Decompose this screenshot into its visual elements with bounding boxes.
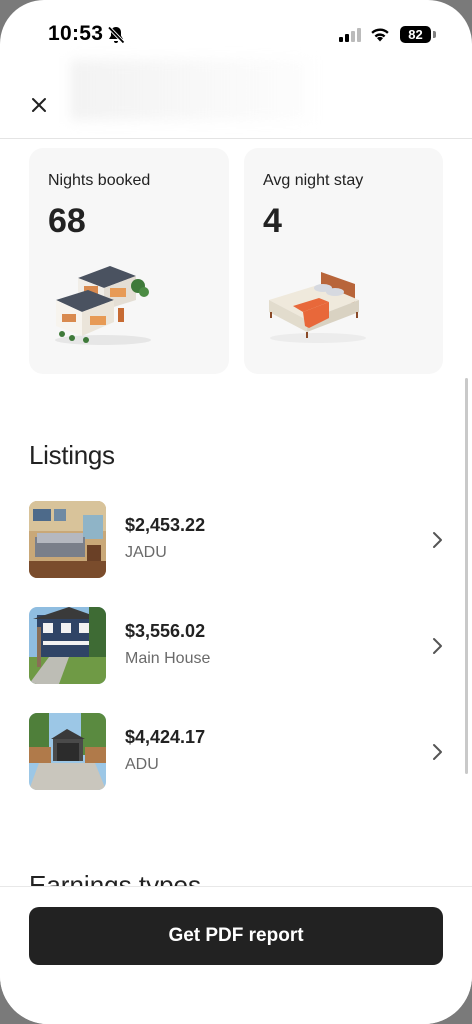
- footer-bar: Get PDF report: [0, 886, 472, 1024]
- chevron-right-icon: [431, 743, 443, 766]
- chevron-right-icon: [431, 637, 443, 660]
- stat-card-nights-booked: Nights booked 68: [29, 148, 229, 374]
- wifi-icon: [369, 25, 391, 47]
- signal-icon: [339, 28, 363, 47]
- close-icon: [32, 98, 46, 112]
- phone-screen: 10:53 82 Nights booked 68 Avg night stay…: [0, 0, 472, 1024]
- stat-label: Avg night stay: [263, 172, 364, 189]
- listing-name: Main House: [125, 650, 211, 667]
- listing-thumbnail: [29, 501, 106, 578]
- house-illustration: [48, 258, 158, 353]
- listing-row-main-house[interactable]: $3,556.02 Main House: [29, 607, 443, 685]
- listing-price: $3,556.02: [125, 621, 206, 641]
- listing-thumbnail: [29, 607, 106, 684]
- stat-value: 68: [48, 202, 86, 240]
- status-time: 10:53: [48, 22, 104, 45]
- bell-off-icon: [106, 25, 126, 50]
- listing-thumbnail: [29, 713, 106, 790]
- header-divider: [0, 138, 472, 139]
- listing-price: $4,424.17: [125, 727, 206, 747]
- blurred-header-title: [70, 60, 310, 120]
- stat-card-avg-night-stay: Avg night stay 4: [244, 148, 443, 374]
- stat-label: Nights booked: [48, 172, 151, 189]
- close-button[interactable]: [26, 92, 52, 118]
- listing-name: JADU: [125, 544, 167, 561]
- battery-icon: 82: [400, 26, 431, 43]
- listings-title: Listings: [29, 440, 115, 470]
- get-pdf-report-button[interactable]: Get PDF report: [29, 907, 443, 965]
- stat-value: 4: [263, 202, 282, 240]
- listing-row-jadu[interactable]: $2,453.22 JADU: [29, 501, 443, 579]
- listing-name: ADU: [125, 756, 159, 773]
- listing-row-adu[interactable]: $4,424.17 ADU: [29, 713, 443, 791]
- chevron-right-icon: [431, 531, 443, 554]
- battery-tip: [433, 31, 436, 38]
- listing-price: $2,453.22: [125, 515, 206, 535]
- bed-illustration: [263, 258, 373, 353]
- scrollbar[interactable]: [465, 378, 468, 774]
